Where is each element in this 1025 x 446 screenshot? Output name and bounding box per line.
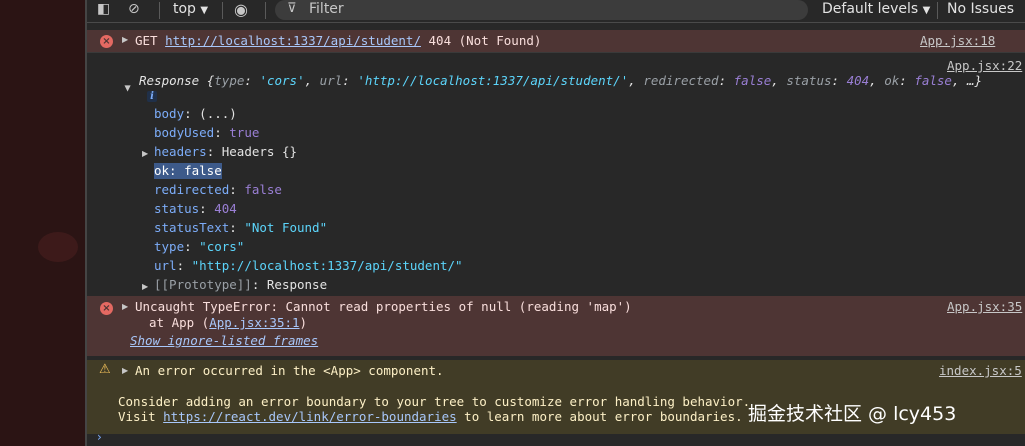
console-log-response: App.jsx:22 ▶ Response {type: 'cors', url… [87,52,1025,296]
console-prompt[interactable]: › [97,430,102,444]
chevron-down-icon: ▼ [200,5,209,16]
stack-prefix: at App ( [149,315,210,330]
issues-button[interactable]: No Issues [947,1,1014,17]
expand-arrow-icon[interactable]: ▶ [122,35,128,44]
prop-headers[interactable]: headers: Headers {} [154,144,297,160]
summary-value: 404 [846,73,870,88]
sidebar-toggle-icon[interactable]: ◧ [97,1,110,17]
source-link[interactable]: index.jsx:5 [939,363,1022,378]
warning-visit-line: Visit https://react.dev/link/error-bound… [118,409,743,425]
stack-frame: at App (App.jsx:35:1) [149,315,307,331]
prop-value: false [244,182,282,197]
expand-arrow-icon[interactable]: ▶ [142,282,148,291]
visit-suffix: to learn more about error boundaries. [456,409,743,424]
prop-key: status [154,201,200,216]
request-method: GET [135,33,158,48]
prop-key: headers [154,144,207,159]
error-message: GET http://localhost:1337/api/student/ 4… [135,33,541,49]
visit-prefix: Visit [118,409,164,424]
console-toolbar: ◧ ⊘ top ▼ ◉ ⊽ Filter Default levels ▼ No… [87,0,1025,23]
info-icon[interactable]: i [147,91,157,102]
devtools-console: ◧ ⊘ top ▼ ◉ ⊽ Filter Default levels ▼ No… [87,0,1025,446]
prop-value: Response [266,277,328,292]
filter-icon: ⊽ [287,1,297,16]
summary-key: type [214,73,245,88]
chevron-down-icon: ▼ [922,5,931,16]
watermark: 掘金技术社区 @ lcy453 [748,403,957,425]
prop-key: bodyUsed [154,125,215,140]
prop-redirected: redirected: false [154,182,282,197]
page-background [0,0,86,446]
expand-arrow-icon[interactable]: ▶ [124,85,133,91]
error-icon: × [100,302,113,315]
object-label: Response [139,73,200,88]
prop-key: [[Prototype]] [154,277,252,292]
prop-key: type [154,239,185,254]
prop-body[interactable]: body: (...) [154,106,237,122]
summary-key: url [319,73,343,88]
summary-value: 'http://localhost:1337/api/student/' [357,73,629,88]
error-icon: × [100,35,113,48]
log-levels-dropdown[interactable]: Default levels ▼ [822,1,930,17]
prop-status: status: 404 [154,201,237,216]
prop-bodyUsed: bodyUsed: true [154,125,260,140]
prop-value: (...) [199,106,237,121]
prop-value: true [229,125,260,140]
expand-arrow-icon[interactable]: ▶ [122,366,128,375]
prop-value: "cors" [199,239,245,254]
warning-detail: Consider adding an error boundary to you… [118,394,751,409]
prop-value: Headers {} [221,144,298,159]
prop-value: 404 [214,201,237,216]
prop-key: redirected [154,182,230,197]
summary-key: status [786,73,832,88]
warning-message: An error occurred in the <App> component… [135,363,444,378]
clear-console-icon[interactable]: ⊘ [128,1,140,17]
prop-key: statusText [154,220,230,235]
summary-key: ok [884,73,900,88]
response-summary[interactable]: Response {type: 'cors', url: 'http://loc… [139,73,982,89]
summary-key: redirected [643,73,719,88]
prop-prototype[interactable]: [[Prototype]]: Response [154,277,327,293]
expand-arrow-icon[interactable]: ▶ [122,302,128,311]
background-blur [38,232,78,262]
summary-ellipsis: , …} [951,73,983,88]
context-label: top [173,1,196,17]
prop-url: url: "http://localhost:1337/api/student/… [154,258,463,273]
prop-key: url [154,258,177,273]
source-link[interactable]: App.jsx:35 [947,299,1022,314]
toolbar-separator [937,2,938,19]
warning-icon: ⚠ [99,362,111,377]
toolbar-separator [222,2,223,19]
show-ignore-listed-link[interactable]: Show ignore-listed frames [130,333,318,349]
filter-input[interactable]: ⊽ Filter [275,0,808,20]
summary-value: false [733,73,772,88]
source-link[interactable]: App.jsx:18 [920,33,995,48]
request-status: 404 (Not Found) [428,33,542,48]
summary-value: 'cors' [259,73,305,88]
prop-key: body [154,106,185,121]
stack-link[interactable]: App.jsx:35:1 [209,315,299,330]
expand-arrow-icon[interactable]: ▶ [142,149,148,158]
stack-suffix: ) [299,315,308,330]
filter-placeholder: Filter [309,1,344,17]
eye-icon[interactable]: ◉ [234,0,248,19]
toolbar-separator [265,2,266,19]
summary-value: false [914,73,952,88]
prop-ok-selected[interactable]: ok: false [154,163,222,179]
request-url-link[interactable]: http://localhost:1337/api/student/ [165,33,421,48]
context-selector[interactable]: top ▼ [173,1,208,17]
console-error-get404: × ▶ GET http://localhost:1337/api/studen… [87,30,1025,52]
toolbar-separator [159,2,160,19]
prop-type: type: "cors" [154,239,245,254]
prop-value: "Not Found" [244,220,328,235]
levels-label: Default levels [822,1,919,17]
error-boundaries-link[interactable]: https://react.dev/link/error-boundaries [163,409,457,424]
source-link[interactable]: App.jsx:22 [947,58,1022,73]
error-message: Uncaught TypeError: Cannot read properti… [135,299,632,314]
prop-statusText: statusText: "Not Found" [154,220,328,235]
console-error-typeerror: × ▶ Uncaught TypeError: Cannot read prop… [87,296,1025,356]
prop-value: "http://localhost:1337/api/student/" [191,258,463,273]
summary-brace: { [199,73,215,88]
